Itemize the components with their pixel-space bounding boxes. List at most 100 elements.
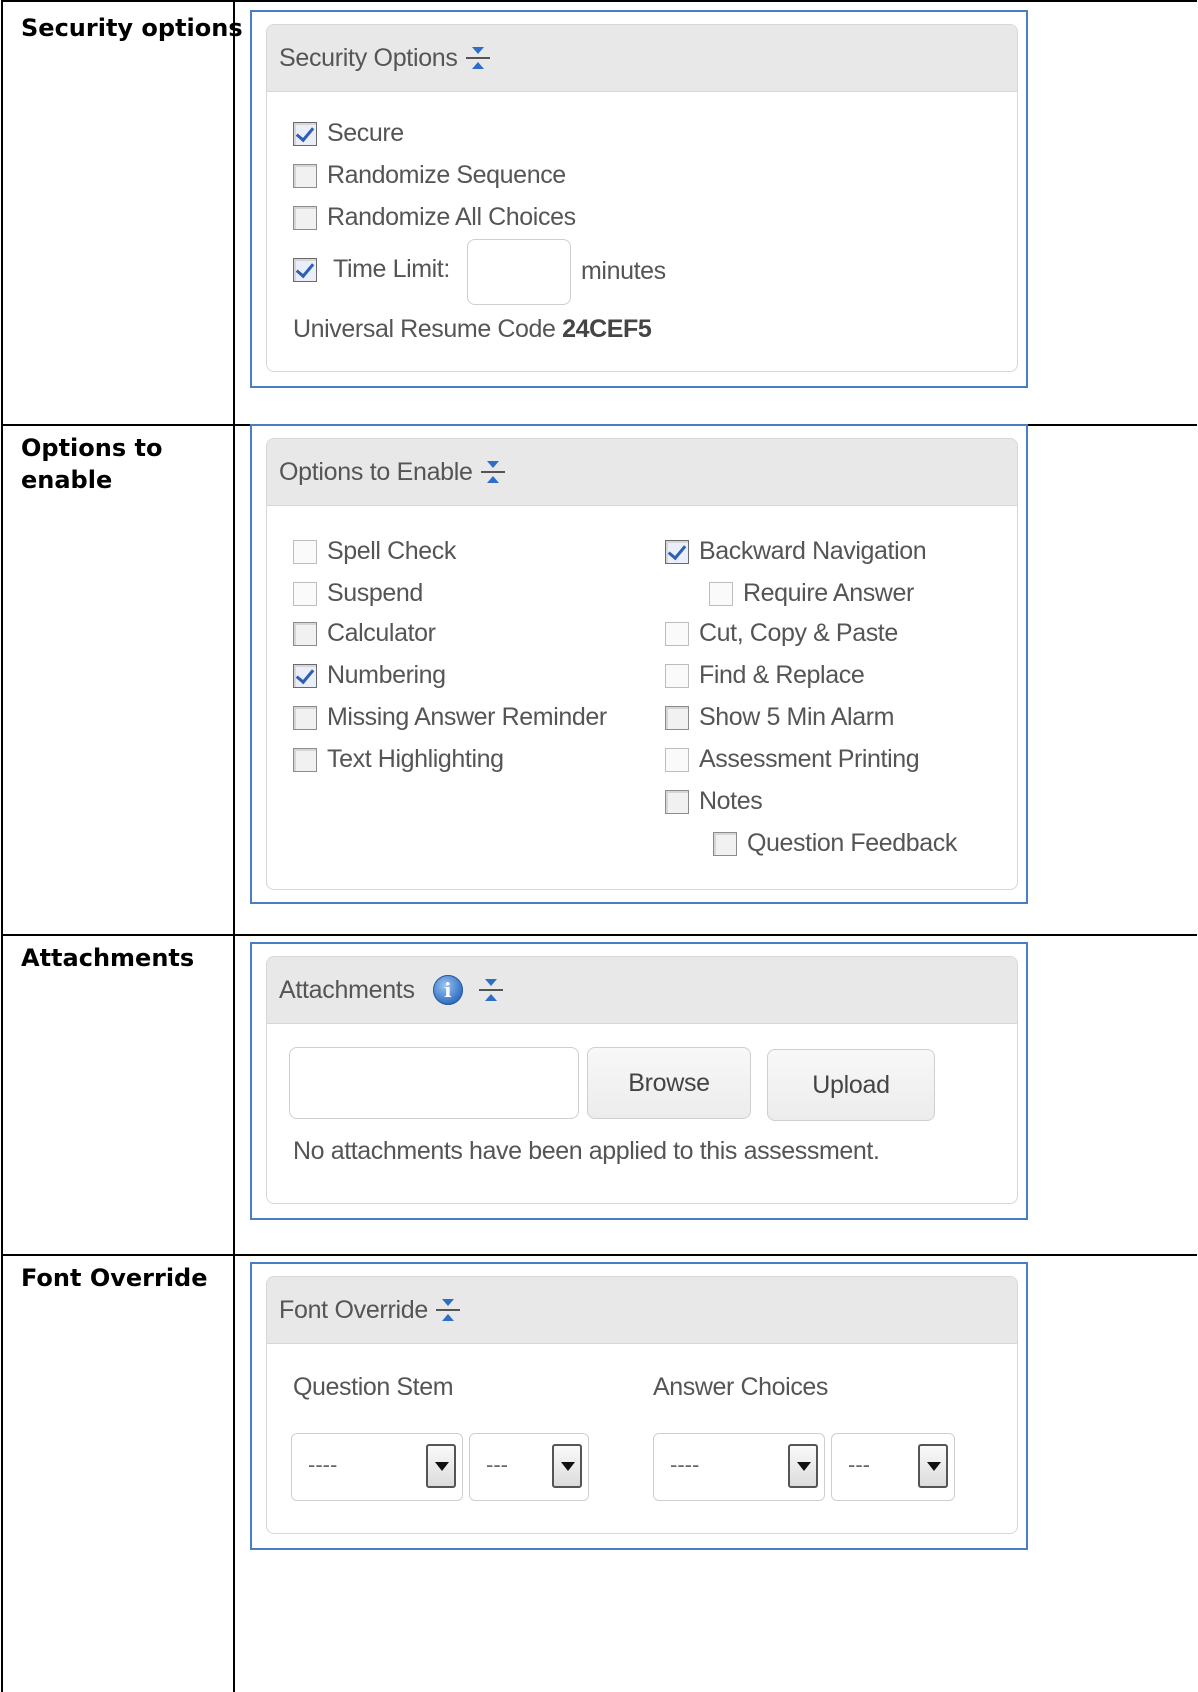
- option-backward-navigation[interactable]: Backward Navigation: [665, 537, 927, 566]
- option-assessment-printing[interactable]: Assessment Printing: [665, 745, 920, 774]
- checkbox-randomize-all-choices[interactable]: [293, 205, 317, 230]
- option-secure[interactable]: Secure: [293, 119, 404, 148]
- checkbox-time-limit[interactable]: [293, 257, 317, 282]
- selected-value: ----: [670, 1452, 700, 1477]
- options-to-enable-screenshot: Options to Enable Spell Check Suspend Ca…: [250, 424, 1028, 904]
- option-label: Assessment Printing: [699, 745, 920, 773]
- resume-code-value: 24CEF5: [562, 315, 652, 343]
- panel-title: Options to Enable: [279, 457, 473, 486]
- attachments-panel: Attachments i Browse Upload No attachmen…: [266, 956, 1018, 1204]
- option-label: Require Answer: [743, 579, 914, 607]
- checkbox-question-feedback[interactable]: [713, 831, 737, 856]
- resume-code-label: Universal Resume Code: [293, 315, 556, 343]
- attachments-screenshot: Attachments i Browse Upload No attachmen…: [250, 942, 1028, 1220]
- question-stem-font-select[interactable]: ----: [291, 1433, 463, 1501]
- option-numbering[interactable]: Numbering: [293, 661, 446, 690]
- checkbox-show-5-min-alarm[interactable]: [665, 705, 689, 730]
- option-label: Text Highlighting: [327, 745, 504, 773]
- option-label: Missing Answer Reminder: [327, 703, 607, 731]
- dropdown-arrow-icon: [788, 1444, 818, 1488]
- checkbox-cut-copy-paste[interactable]: [665, 621, 689, 646]
- checkbox-find-replace[interactable]: [665, 663, 689, 688]
- checkbox-calculator[interactable]: [293, 621, 317, 646]
- dropdown-arrow-icon: [426, 1444, 456, 1488]
- panel-header: Attachments i: [267, 957, 1017, 1024]
- selected-value: ---: [486, 1452, 508, 1477]
- option-randomize-all-choices[interactable]: Randomize All Choices: [293, 203, 576, 232]
- font-override-screenshot: Font Override Question Stem Answer Choic…: [250, 1262, 1028, 1550]
- security-options-screenshot: Security Options Secure Randomize Sequen…: [250, 10, 1028, 388]
- panel-title: Font Override: [279, 1295, 428, 1324]
- table-left-border: [1, 0, 3, 1692]
- option-time-limit[interactable]: Time Limit:: [293, 255, 450, 284]
- table-top-border: [1, 0, 1197, 2]
- option-question-feedback[interactable]: Question Feedback: [713, 829, 957, 858]
- collapse-icon[interactable]: [478, 977, 503, 1003]
- option-label: Show 5 Min Alarm: [699, 703, 895, 731]
- option-label: Suspend: [327, 579, 423, 607]
- row-label-font-override: Font Override: [21, 1264, 208, 1292]
- answer-choices-font-select[interactable]: ----: [653, 1433, 825, 1501]
- option-suspend[interactable]: Suspend: [293, 579, 423, 608]
- info-icon[interactable]: i: [432, 975, 463, 1005]
- collapse-icon[interactable]: [435, 1297, 460, 1323]
- upload-button[interactable]: Upload: [767, 1049, 935, 1121]
- option-label: Randomize All Choices: [327, 203, 576, 231]
- option-label: Notes: [699, 787, 763, 815]
- collapse-icon[interactable]: [480, 459, 505, 485]
- checkbox-numbering[interactable]: [293, 663, 317, 688]
- checkbox-spell-check[interactable]: [293, 539, 317, 564]
- checkbox-require-answer[interactable]: [709, 581, 733, 606]
- option-label: Spell Check: [327, 537, 456, 565]
- browse-button[interactable]: Browse: [587, 1047, 751, 1119]
- option-spell-check[interactable]: Spell Check: [293, 537, 456, 566]
- table-row-divider: [1, 1254, 1197, 1256]
- option-find-replace[interactable]: Find & Replace: [665, 661, 865, 690]
- checkbox-missing-answer-reminder[interactable]: [293, 705, 317, 730]
- checkbox-suspend[interactable]: [293, 581, 317, 606]
- checkbox-text-highlighting[interactable]: [293, 747, 317, 772]
- time-limit-unit: minutes: [581, 257, 666, 285]
- option-notes[interactable]: Notes: [665, 787, 763, 816]
- checkbox-backward-navigation[interactable]: [665, 539, 689, 564]
- row-label-attachments: Attachments: [21, 944, 195, 972]
- option-show-5-min-alarm[interactable]: Show 5 Min Alarm: [665, 703, 894, 732]
- dropdown-arrow-icon: [918, 1444, 948, 1488]
- option-label: Backward Navigation: [699, 537, 927, 565]
- panel-header: Font Override: [267, 1277, 1017, 1344]
- option-missing-answer-reminder[interactable]: Missing Answer Reminder: [293, 703, 607, 732]
- panel-header: Security Options: [267, 25, 1017, 92]
- option-label: Numbering: [327, 661, 446, 689]
- option-label: Time Limit:: [333, 255, 450, 283]
- options-to-enable-panel: Options to Enable Spell Check Suspend Ca…: [266, 438, 1018, 890]
- checkbox-assessment-printing[interactable]: [665, 747, 689, 772]
- checkbox-notes[interactable]: [665, 789, 689, 814]
- option-cut-copy-paste[interactable]: Cut, Copy & Paste: [665, 619, 898, 648]
- no-attachments-message: No attachments have been applied to this…: [293, 1137, 880, 1165]
- option-randomize-sequence[interactable]: Randomize Sequence: [293, 161, 566, 190]
- selected-value: ---: [848, 1452, 870, 1477]
- resume-code-row: Universal Resume Code 24CEF5: [293, 315, 652, 344]
- answer-choices-size-select[interactable]: ---: [831, 1433, 955, 1501]
- question-stem-label: Question Stem: [293, 1373, 454, 1401]
- collapse-icon[interactable]: [465, 45, 490, 71]
- time-limit-input[interactable]: [467, 239, 571, 305]
- option-label: Secure: [327, 119, 404, 147]
- panel-header: Options to Enable: [267, 439, 1017, 506]
- question-stem-size-select[interactable]: ---: [469, 1433, 589, 1501]
- panel-title: Security Options: [279, 43, 458, 72]
- table-row-divider: [1, 934, 1197, 936]
- checkbox-secure[interactable]: [293, 121, 317, 146]
- option-label: Cut, Copy & Paste: [699, 619, 898, 647]
- option-require-answer[interactable]: Require Answer: [709, 579, 914, 608]
- selected-value: ----: [308, 1452, 338, 1477]
- table-column-divider: [233, 0, 235, 1692]
- row-label-options: Options to enable: [21, 434, 163, 494]
- option-label: Find & Replace: [699, 661, 865, 689]
- attachment-file-input[interactable]: [289, 1047, 579, 1119]
- option-text-highlighting[interactable]: Text Highlighting: [293, 745, 504, 774]
- panel-title: Attachments: [279, 975, 415, 1004]
- checkbox-randomize-sequence[interactable]: [293, 163, 317, 188]
- option-calculator[interactable]: Calculator: [293, 619, 436, 648]
- option-label: Randomize Sequence: [327, 161, 566, 189]
